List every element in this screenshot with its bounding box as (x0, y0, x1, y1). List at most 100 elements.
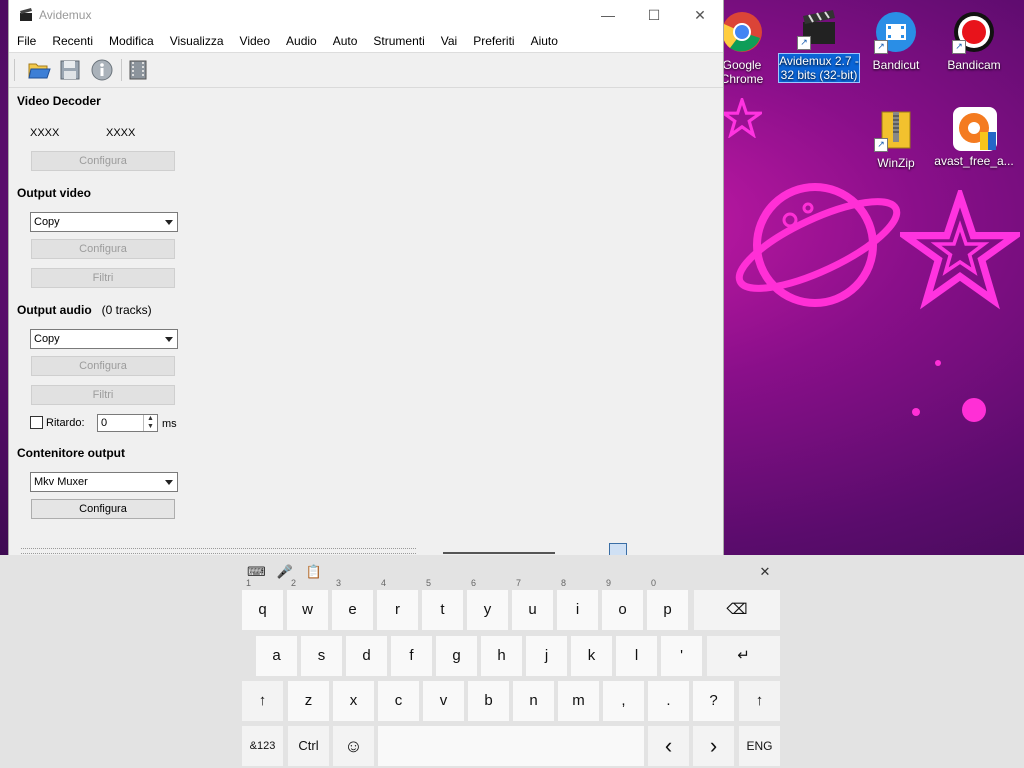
shortcut-arrow-icon: ↗ (874, 40, 888, 54)
desktop-icon-winzip[interactable]: ↗ WinZip (856, 108, 936, 170)
delay-spinbox[interactable]: 0 ▲ ▼ (97, 414, 158, 432)
timeline-slider[interactable] (21, 548, 416, 554)
muxer-configure-button[interactable]: Configura (31, 499, 175, 519)
menu-file[interactable]: File (9, 31, 44, 52)
key-s[interactable]: s (301, 636, 342, 676)
symbols-key[interactable]: &123 (242, 726, 283, 766)
language-key[interactable]: ENG (739, 726, 780, 766)
key-u[interactable]: 7u (512, 578, 553, 630)
key-m[interactable]: m (558, 681, 599, 721)
key-z[interactable]: z (288, 681, 329, 721)
key-l[interactable]: l (616, 636, 657, 676)
left-arrow-key[interactable]: ‹ (648, 726, 689, 766)
key-k[interactable]: k (571, 636, 612, 676)
space-key[interactable] (378, 726, 644, 766)
key-period[interactable]: . (648, 681, 689, 721)
desktop-icon-avast[interactable]: avast_free_a... (934, 106, 1014, 168)
menu-video[interactable]: Video (232, 31, 278, 52)
desktop-icon-bandicam[interactable]: ↗ Bandicam (934, 10, 1014, 72)
enter-key[interactable]: ↵ (707, 636, 780, 676)
chevron-down-icon (165, 220, 173, 225)
key-r[interactable]: 4r (377, 578, 418, 630)
chevron-down-icon (165, 337, 173, 342)
key-c[interactable]: c (378, 681, 419, 721)
menu-bar: File Recenti Modifica Visualizza Video A… (9, 31, 723, 53)
key-question[interactable]: ? (693, 681, 734, 721)
video-decoder-value: XXXX (106, 127, 136, 139)
key-q[interactable]: 1q (242, 578, 283, 630)
shortcut-arrow-icon: ↗ (874, 138, 888, 152)
save-icon[interactable] (58, 58, 82, 82)
muxer-select[interactable]: Mkv Muxer (30, 472, 178, 492)
key-p[interactable]: 0p (647, 578, 688, 630)
close-keyboard-icon[interactable]: ✕ (756, 563, 774, 581)
chrome-icon (720, 10, 764, 54)
menu-vai[interactable]: Vai (433, 31, 465, 52)
menu-modifica[interactable]: Modifica (101, 31, 162, 52)
shift-key-right[interactable]: ↑ (739, 681, 780, 721)
audio-codec-select[interactable]: Copy (30, 329, 178, 349)
key-f[interactable]: f (391, 636, 432, 676)
clapperboard-icon: ↗ (797, 6, 841, 50)
key-n[interactable]: n (513, 681, 554, 721)
key-hint: 9 (606, 578, 612, 588)
menu-preferiti[interactable]: Preferiti (465, 31, 522, 52)
key-comma[interactable]: , (603, 681, 644, 721)
info-icon[interactable] (90, 58, 114, 82)
spin-arrows-icon[interactable]: ▲ ▼ (143, 415, 157, 431)
video-filters-button[interactable]: Filtri (31, 268, 175, 288)
key-e[interactable]: 3e (332, 578, 373, 630)
film-strip-icon[interactable] (126, 58, 150, 82)
desktop-icon-avidemux[interactable]: ↗ Avidemux 2.7 - 32 bits (32-bit) (778, 6, 860, 83)
key-label: i (575, 601, 580, 618)
menu-audio[interactable]: Audio (278, 31, 325, 52)
delay-label: Ritardo: (46, 417, 85, 429)
menu-aiuto[interactable]: Aiuto (523, 31, 566, 52)
menu-recenti[interactable]: Recenti (44, 31, 101, 52)
right-arrow-key[interactable]: › (693, 726, 734, 766)
key-t[interactable]: 5t (422, 578, 463, 630)
key-b[interactable]: b (468, 681, 509, 721)
video-decoder-value: XXXX (30, 127, 60, 139)
close-button[interactable]: ✕ (677, 0, 723, 30)
key-w[interactable]: 2w (287, 578, 328, 630)
audio-filters-button[interactable]: Filtri (31, 385, 175, 405)
title-bar[interactable]: Avidemux — ☐ ✕ (9, 0, 723, 31)
ctrl-key[interactable]: Ctrl (288, 726, 329, 766)
key-h[interactable]: h (481, 636, 522, 676)
key-v[interactable]: v (423, 681, 464, 721)
clipboard-icon[interactable]: 📋 (305, 563, 323, 581)
key-j[interactable]: j (526, 636, 567, 676)
desktop-icon-bandicut[interactable]: ↗ Bandicut (856, 10, 936, 72)
key-i[interactable]: 8i (557, 578, 598, 630)
clapperboard-icon (20, 8, 32, 21)
key-o[interactable]: 9o (602, 578, 643, 630)
key-y[interactable]: 6y (467, 578, 508, 630)
key-hint: 1 (246, 578, 252, 588)
shift-key-left[interactable]: ↑ (242, 681, 283, 721)
key-label: q (258, 601, 267, 618)
key-apostrophe[interactable]: ' (661, 636, 702, 676)
audio-configure-button[interactable]: Configura (31, 356, 175, 376)
video-configure-button[interactable]: Configura (31, 239, 175, 259)
maximize-button[interactable]: ☐ (631, 0, 677, 30)
key-d[interactable]: d (346, 636, 387, 676)
emoji-key[interactable]: ☺ (333, 726, 374, 766)
dot-decoration (935, 360, 941, 366)
video-codec-select[interactable]: Copy (30, 212, 178, 232)
menu-auto[interactable]: Auto (325, 31, 366, 52)
key-label: w (302, 601, 313, 618)
key-hint: 5 (426, 578, 432, 588)
key-a[interactable]: a (256, 636, 297, 676)
minimize-button[interactable]: — (585, 0, 631, 30)
backspace-key[interactable]: ⌫ (694, 590, 780, 630)
menu-visualizza[interactable]: Visualizza (162, 31, 232, 52)
key-x[interactable]: x (333, 681, 374, 721)
toolbar-separator (121, 59, 122, 81)
open-folder-icon[interactable] (27, 58, 51, 82)
delay-checkbox[interactable] (30, 416, 43, 429)
menu-strumenti[interactable]: Strumenti (365, 31, 432, 52)
key-label: t (440, 601, 445, 618)
video-decoder-configure-button[interactable]: Configura (31, 151, 175, 171)
key-g[interactable]: g (436, 636, 477, 676)
